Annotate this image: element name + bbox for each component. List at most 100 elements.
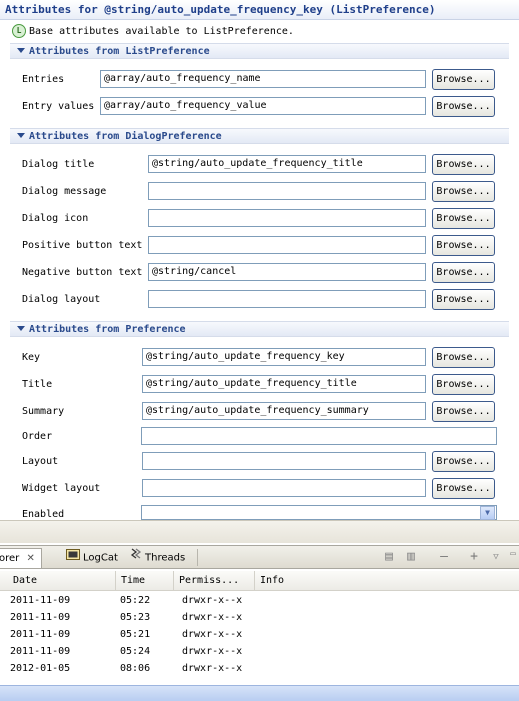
- browse-button[interactable]: Browse...: [432, 181, 495, 202]
- cell-date: 2011-11-09: [10, 646, 71, 657]
- browse-button[interactable]: Browse...: [432, 347, 495, 368]
- cell-permissions: drwxr-x--x: [182, 663, 243, 674]
- column-header-time[interactable]: Time: [116, 571, 174, 590]
- column-header-info[interactable]: Info: [255, 571, 315, 590]
- table-row[interactable]: 2011-11-09 05:24 drwxr-x--x: [0, 643, 519, 660]
- layout-field[interactable]: [142, 452, 426, 470]
- title-field[interactable]: @string/auto_update_frequency_title: [142, 375, 426, 393]
- push-file-icon[interactable]: ▥: [403, 550, 419, 564]
- minimize-icon[interactable]: ▭: [505, 547, 519, 561]
- attr-label: Positive button text: [22, 240, 143, 251]
- entry-values-field[interactable]: @array/auto_frequency_value: [100, 97, 426, 115]
- cell-time: 08:06: [120, 663, 151, 674]
- entries-field[interactable]: @array/auto_frequency_name: [100, 70, 426, 88]
- tab-label: Threads: [145, 552, 186, 564]
- cell-date: 2011-11-09: [10, 612, 71, 623]
- threads-icon: [130, 548, 142, 567]
- cell-time: 05:22: [120, 595, 151, 606]
- tab-divider: [197, 549, 198, 566]
- browse-button[interactable]: Browse...: [432, 262, 495, 283]
- cell-permissions: drwxr-x--x: [182, 595, 243, 606]
- widget-layout-field[interactable]: [142, 479, 426, 497]
- table-row[interactable]: 2012-01-05 08:06 drwxr-x--x: [0, 660, 519, 677]
- cell-time: 05:23: [120, 612, 151, 623]
- browse-button[interactable]: Browse...: [432, 154, 495, 175]
- table-horizontal-scrollbar[interactable]: [0, 685, 519, 701]
- section-title: Attributes from Preference: [29, 324, 186, 335]
- base-attributes-text: Base attributes available to ListPrefere…: [29, 26, 294, 37]
- attr-label: Widget layout: [22, 483, 101, 494]
- browse-button[interactable]: Browse...: [432, 289, 495, 310]
- dialog-title-field[interactable]: @string/auto_update_frequency_title: [148, 155, 426, 173]
- dialog-layout-field[interactable]: [148, 290, 426, 308]
- cell-permissions: drwxr-x--x: [182, 612, 243, 623]
- attr-label: Negative button text: [22, 267, 143, 278]
- chevron-down-icon[interactable]: ▼: [480, 506, 495, 520]
- table-row[interactable]: 2011-11-09 05:22 drwxr-x--x: [0, 592, 519, 609]
- cell-permissions: drwxr-x--x: [182, 646, 243, 657]
- cell-time: 05:24: [120, 646, 151, 657]
- pull-file-icon[interactable]: ▤: [381, 550, 397, 564]
- attr-label: Entry values: [22, 101, 95, 112]
- browse-button[interactable]: Browse...: [432, 478, 495, 499]
- column-header-permissions[interactable]: Permiss...: [174, 571, 255, 590]
- attr-label: Title: [22, 379, 53, 390]
- section-listpreference[interactable]: Attributes from ListPreference: [10, 43, 509, 59]
- browse-button[interactable]: Browse...: [432, 208, 495, 229]
- attr-label: Layout: [22, 456, 59, 467]
- cell-date: 2011-11-09: [10, 595, 71, 606]
- attr-label: Dialog title: [22, 159, 95, 170]
- collapse-triangle-icon[interactable]: [17, 133, 25, 138]
- section-title: Attributes from ListPreference: [29, 46, 210, 57]
- collapse-triangle-icon[interactable]: [17, 48, 25, 53]
- browse-button[interactable]: Browse...: [432, 451, 495, 472]
- tab-label: orer: [0, 553, 20, 564]
- tab-logcat[interactable]: LogCat: [66, 548, 118, 567]
- add-icon[interactable]: +: [466, 550, 482, 564]
- views-tab-bar: orer ✕ LogCat Threads ▤ ▥ — + ▽ ▭: [0, 545, 519, 569]
- cell-date: 2012-01-05: [10, 663, 71, 674]
- attr-label: Dialog icon: [22, 213, 89, 224]
- attr-label: Key: [22, 352, 41, 363]
- summary-field[interactable]: @string/auto_update_frequency_summary: [142, 402, 426, 420]
- cell-date: 2011-11-09: [10, 629, 71, 640]
- attr-label: Entries: [22, 74, 65, 85]
- horizontal-scrollbar[interactable]: [0, 520, 519, 543]
- listpreference-badge-icon: L: [12, 24, 26, 38]
- cell-time: 05:21: [120, 629, 151, 640]
- base-attributes-note: L Base attributes available to ListPrefer…: [12, 24, 294, 40]
- attr-label: Dialog message: [22, 186, 107, 197]
- browse-button[interactable]: Browse...: [432, 69, 495, 90]
- negative-button-text-field[interactable]: @string/cancel: [148, 263, 426, 281]
- tab-file-explorer[interactable]: orer ✕: [0, 548, 42, 568]
- attr-label: Order: [22, 431, 53, 442]
- view-menu-icon[interactable]: ▽: [488, 550, 504, 564]
- tab-threads[interactable]: Threads: [130, 548, 185, 567]
- order-field[interactable]: [141, 427, 497, 445]
- attr-label: Summary: [22, 406, 65, 417]
- attr-label: Dialog layout: [22, 294, 101, 305]
- column-header-date[interactable]: Date: [0, 571, 116, 590]
- dialog-icon-field[interactable]: [148, 209, 426, 227]
- collapse-triangle-icon[interactable]: [17, 326, 25, 331]
- attr-label: Enabled: [22, 509, 65, 520]
- logcat-icon: [66, 548, 80, 567]
- section-dialogpreference[interactable]: Attributes from DialogPreference: [10, 128, 509, 144]
- section-preference[interactable]: Attributes from Preference: [10, 321, 509, 337]
- editor-header: Attributes for @string/auto_update_frequ…: [0, 0, 519, 20]
- table-row[interactable]: 2011-11-09 05:21 drwxr-x--x: [0, 626, 519, 643]
- table-header: Date Time Permiss... Info: [0, 571, 519, 591]
- positive-button-text-field[interactable]: [148, 236, 426, 254]
- cell-permissions: drwxr-x--x: [182, 629, 243, 640]
- delete-icon[interactable]: —: [436, 550, 452, 564]
- browse-button[interactable]: Browse...: [432, 235, 495, 256]
- dialog-message-field[interactable]: [148, 182, 426, 200]
- table-row[interactable]: 2011-11-09 05:23 drwxr-x--x: [0, 609, 519, 626]
- key-field[interactable]: @string/auto_update_frequency_key: [142, 348, 426, 366]
- enabled-combo[interactable]: [141, 505, 497, 520]
- browse-button[interactable]: Browse...: [432, 401, 495, 422]
- browse-button[interactable]: Browse...: [432, 374, 495, 395]
- browse-button[interactable]: Browse...: [432, 96, 495, 117]
- section-title: Attributes from DialogPreference: [29, 131, 222, 142]
- close-icon[interactable]: ✕: [26, 553, 34, 564]
